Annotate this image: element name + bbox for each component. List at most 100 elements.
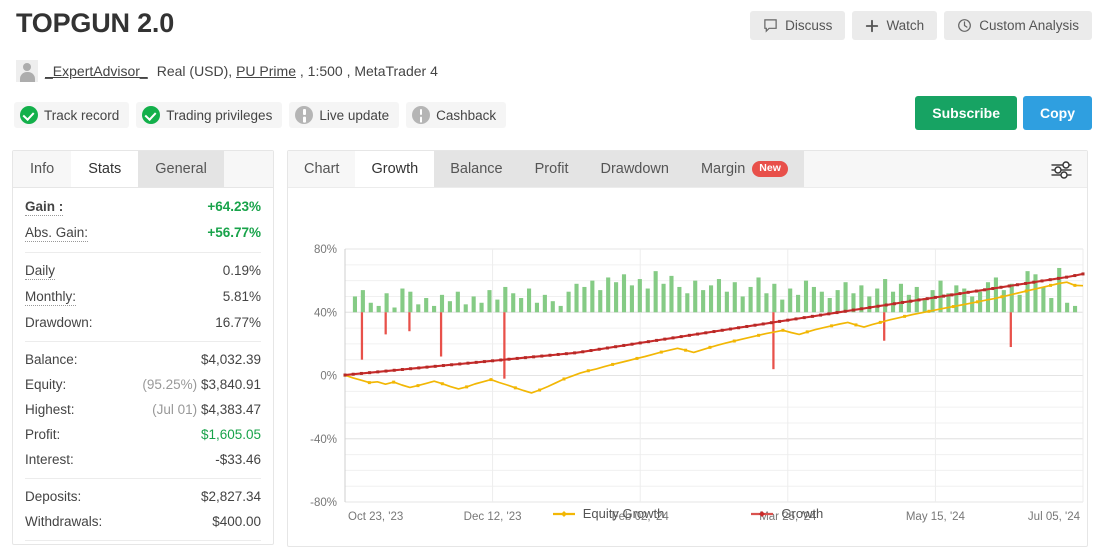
status-badge-label: Cashback [436,108,496,123]
stat-value: -$33.46 [215,451,261,468]
page-header: TOPGUN 2.0 _ExpertAdvisor_ Real (USD), P… [0,0,1100,140]
subscribe-button[interactable]: Subscribe [915,96,1017,130]
status-badge-track-record[interactable]: Track record [14,102,129,128]
tab-label: Margin [701,161,745,177]
legend-label: Growth [781,506,823,521]
status-badge-live-update[interactable]: Live update [289,102,399,128]
tab-label: Balance [450,161,502,177]
tab-label: Profit [535,161,569,177]
stat-label: Interest: [25,451,74,468]
status-badge-label: Live update [319,108,389,123]
stat-label: Balance: [25,351,78,368]
stat-row-monthly: Monthly: 5.81% [25,284,261,310]
account-leverage-platform: , 1:500 , MetaTrader 4 [300,63,438,79]
status-badge-cashback[interactable]: Cashback [406,102,506,128]
legend-label: Equity Growth [583,506,665,521]
stat-value: (Jul 01) $4,383.47 [152,401,261,418]
status-badges: Track record Trading privileges Live upd… [14,102,506,128]
chart-tabs: Chart Growth Balance Profit Drawdown Mar… [288,151,1087,188]
stat-row-daily: Daily 0.19% [25,258,261,284]
divider [25,478,261,479]
stat-row-interest: Interest: -$33.46 [25,447,261,472]
plus-icon [865,19,879,33]
divider [25,540,261,541]
stat-value-prefix: (95.25%) [142,377,197,392]
stat-value: $1,605.05 [201,426,261,443]
discuss-button[interactable]: Discuss [750,11,845,40]
check-circle-icon [20,106,38,124]
stats-sidebar: Info Stats General Gain : +64.23% Abs. G… [12,150,274,545]
growth-chart-svg[interactable]: Oct 23, '23Dec 12, '23Feb 02, '24Mar 25,… [288,188,1087,545]
stat-row-equity: Equity: (95.25%) $3,840.91 [25,372,261,397]
tab-info[interactable]: Info [13,151,71,187]
account-meta: Real (USD), PU Prime , 1:500 , MetaTrade… [157,63,438,79]
stat-row-drawdown: Drawdown: 16.77% [25,310,261,335]
new-badge: New [752,161,788,177]
divider [25,252,261,253]
tab-label: Growth [371,161,418,177]
primary-actions: Subscribe Copy [915,96,1092,130]
stat-value: (95.25%) $3,840.91 [142,376,261,393]
stat-row-gain: Gain : +64.23% [25,194,261,220]
svg-text:-40%: -40% [310,434,337,446]
stat-value-main: $4,383.47 [201,402,261,417]
tab-margin[interactable]: Margin New [685,151,804,187]
stat-row-withdrawals: Withdrawals: $400.00 [25,509,261,534]
stat-value: +64.23% [207,198,261,215]
legend-item-growth[interactable]: Growth [750,506,823,521]
stat-row-deposits: Deposits: $2,827.34 [25,484,261,509]
account-line: _ExpertAdvisor_ Real (USD), PU Prime , 1… [16,60,438,82]
stat-value: +56.77% [207,224,261,241]
stat-label[interactable]: Abs. Gain: [25,224,88,242]
tab-growth[interactable]: Growth [355,151,434,187]
custom-analysis-button[interactable]: Custom Analysis [944,11,1092,40]
svg-text:80%: 80% [314,244,337,256]
status-badge-trading-privileges[interactable]: Trading privileges [136,102,282,128]
stat-label[interactable]: Monthly: [25,288,76,306]
tab-profit[interactable]: Profit [519,151,585,187]
stat-label: Withdrawals: [25,513,102,530]
stat-label: Equity: [25,376,66,393]
divider [25,341,261,342]
tab-drawdown[interactable]: Drawdown [584,151,685,187]
stat-row-balance: Balance: $4,032.39 [25,347,261,372]
tab-stats[interactable]: Stats [71,151,138,187]
stat-value: $2,827.34 [201,488,261,505]
stat-label[interactable]: Gain : [25,198,63,216]
check-circle-icon [142,106,160,124]
legend-item-equity-growth[interactable]: Equity Growth [552,506,665,521]
watch-button[interactable]: Watch [852,11,937,40]
broker-link[interactable]: PU Prime [236,63,296,79]
header-actions: Discuss Watch Custom Analysis [750,11,1092,40]
page-title: TOPGUN 2.0 [16,8,174,39]
discuss-label: Discuss [785,18,832,33]
stat-label[interactable]: Daily [25,262,55,280]
svg-text:0%: 0% [320,371,337,383]
watch-label: Watch [886,18,924,33]
exclamation-circle-icon [412,106,430,124]
stat-label: Profit: [25,426,60,443]
sliders-icon [1051,161,1073,184]
stat-value-main: $3,840.91 [201,377,261,392]
stat-row-abs-gain: Abs. Gain: +56.77% [25,220,261,246]
stat-row-profit: Profit: $1,605.05 [25,422,261,447]
stat-row-highest: Highest: (Jul 01) $4,383.47 [25,397,261,422]
tab-chart[interactable]: Chart [288,151,355,187]
stat-value: $400.00 [212,513,261,530]
tab-balance[interactable]: Balance [434,151,518,187]
stat-value-prefix: (Jul 01) [152,402,197,417]
stat-value: 0.19% [223,262,261,279]
exclamation-circle-icon [295,106,313,124]
tab-label: Drawdown [600,161,669,177]
avatar [16,60,38,82]
status-badge-label: Trading privileges [166,108,272,123]
chart-settings-button[interactable] [1047,159,1077,185]
copy-button[interactable]: Copy [1023,96,1092,130]
stat-value: 16.77% [215,314,261,331]
stat-label: Drawdown: [25,314,93,331]
tab-label: Chart [304,161,339,177]
account-name-link[interactable]: _ExpertAdvisor_ [45,63,148,79]
stat-label: Deposits: [25,488,81,505]
stat-value: $4,032.39 [201,351,261,368]
tab-general[interactable]: General [138,151,224,187]
